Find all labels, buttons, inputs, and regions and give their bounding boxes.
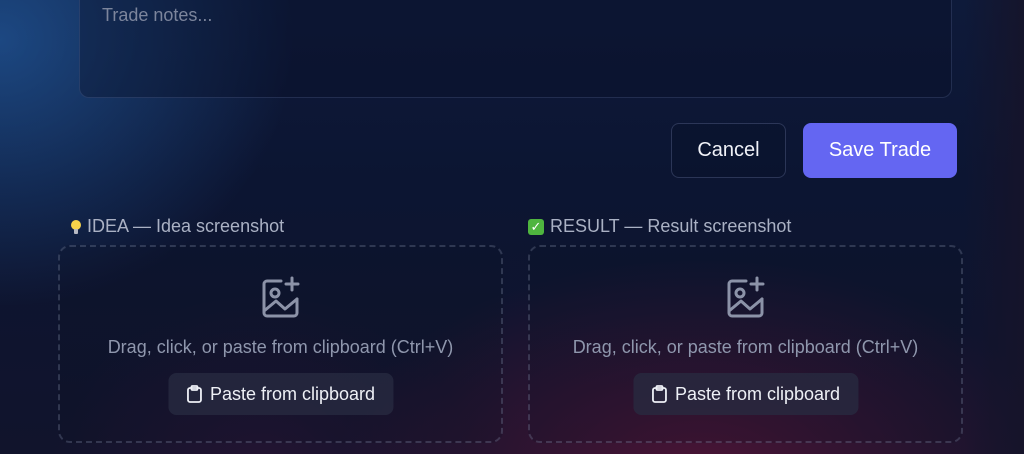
idea-paste-button[interactable]: Paste from clipboard [167,373,394,415]
bulb-icon [71,219,81,234]
result-dropzone-hint: Drag, click, or paste from clipboard (Ct… [572,337,919,357]
result-paste-button[interactable]: Paste from clipboard [632,373,859,415]
result-paste-label: Paste from clipboard [674,383,841,404]
idea-dropzone-hint: Drag, click, or paste from clipboard (Ct… [107,337,454,357]
page-edge-shade [964,0,1024,454]
image-plus-icon [727,276,764,318]
idea-dropzone[interactable]: Drag, click, or paste from clipboard (Ct… [58,245,503,443]
idea-paste-label: Paste from clipboard [209,383,376,404]
check-mark-icon: ✓ [528,218,544,235]
result-label-text: RESULT — Result screenshot [550,216,792,236]
trade-notes-placeholder: Trade notes... [102,5,213,25]
clipboard-icon [651,385,667,403]
trade-notes-textarea[interactable]: Trade notes... [79,0,952,98]
idea-upload-label: IDEA — Idea screenshot [71,216,284,237]
idea-label-text: IDEA — Idea screenshot [87,216,285,236]
image-plus-icon [262,276,299,318]
result-upload-label: ✓ RESULT — Result screenshot [528,216,791,237]
cancel-button[interactable]: Cancel [671,123,786,178]
save-trade-button[interactable]: Save Trade [803,123,957,178]
clipboard-icon [186,385,202,403]
result-dropzone[interactable]: Drag, click, or paste from clipboard (Ct… [528,245,963,443]
